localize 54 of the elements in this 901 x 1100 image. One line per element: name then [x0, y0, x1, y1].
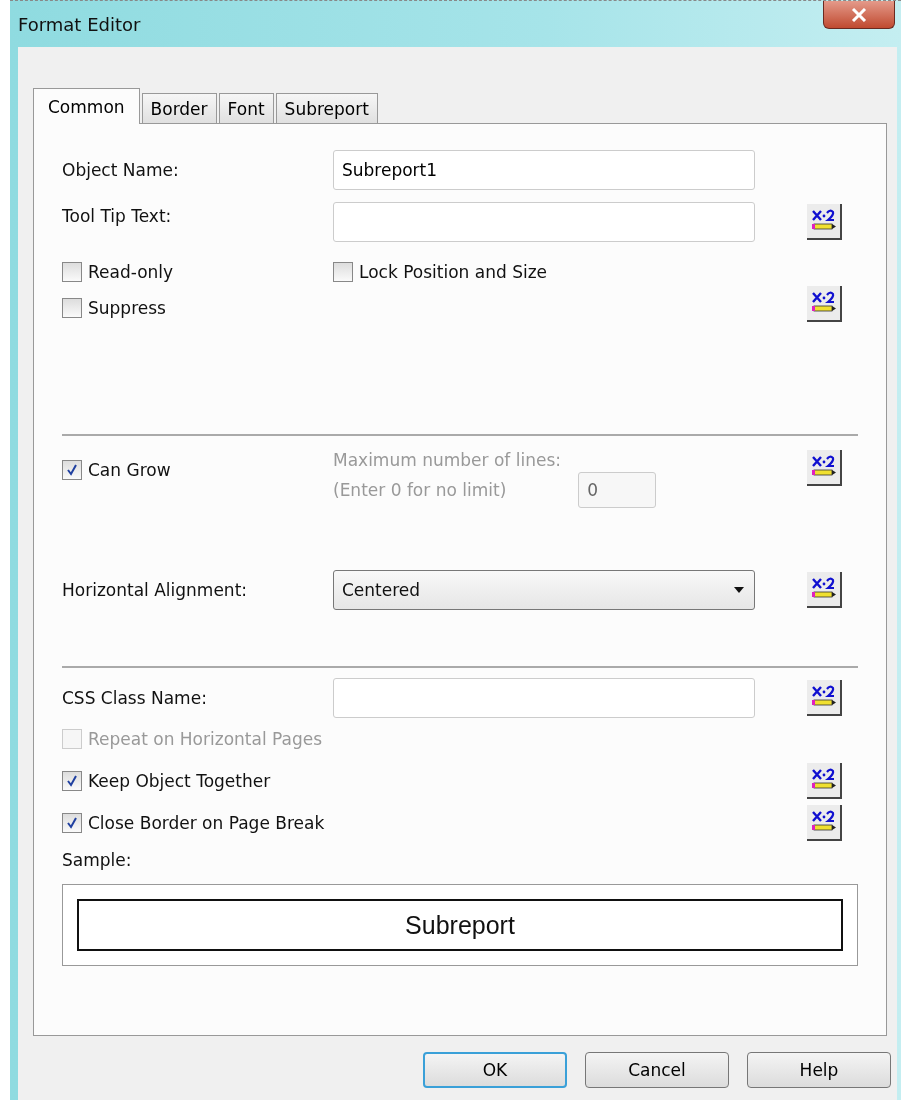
window-title: Format Editor — [18, 13, 141, 35]
max-lines-label: Maximum number of lines: — [333, 450, 562, 470]
sample-text: Subreport — [77, 899, 843, 951]
formula-icon — [809, 209, 838, 233]
checkbox-label: Suppress — [88, 298, 166, 318]
checkbox-box[interactable] — [62, 460, 82, 480]
dialog-button[interactable]: Cancel — [585, 1052, 729, 1088]
checkbox[interactable]: Suppress — [62, 298, 755, 318]
tab[interactable]: Border — [141, 93, 217, 123]
checkbox[interactable]: Can Grow — [62, 460, 333, 480]
field-label: Tool Tip Text: — [62, 206, 173, 226]
close-icon — [851, 7, 867, 22]
tab[interactable]: Common — [33, 88, 140, 124]
checkbox[interactable]: Keep Object Together — [62, 771, 755, 791]
checkbox-label: Can Grow — [88, 460, 171, 480]
formula-button[interactable] — [807, 680, 842, 716]
formula-button[interactable] — [807, 805, 842, 841]
alignment-dropdown[interactable]: Centered — [333, 570, 755, 610]
checkbox-label: Close Border on Page Break — [88, 813, 325, 833]
checkbox-label: Read-only — [88, 262, 174, 282]
checkbox-box[interactable] — [333, 262, 353, 282]
checkbox-box[interactable] — [62, 298, 82, 318]
field-label: Horizontal Alignment: — [62, 580, 249, 600]
object-name-field[interactable]: Subreport1 — [333, 150, 755, 190]
formula-icon — [809, 685, 838, 709]
tooltip-text-field[interactable] — [333, 202, 755, 242]
formula-icon — [809, 810, 838, 834]
dropdown-caret-icon — [734, 587, 744, 593]
max-lines-hint: (Enter 0 for no limit) — [333, 480, 507, 500]
formula-icon — [809, 291, 838, 315]
formula-button[interactable] — [807, 286, 842, 322]
checkbox[interactable]: Read-only — [62, 262, 333, 282]
css-class-field[interactable] — [333, 678, 755, 718]
checkbox-box[interactable] — [62, 813, 82, 833]
close-button[interactable] — [823, 1, 895, 29]
checkbox-label: Keep Object Together — [88, 771, 271, 791]
checkbox-label: Repeat on Horizontal Pages — [88, 729, 323, 749]
field-label: Object Name: — [62, 160, 180, 180]
checkbox[interactable]: Close Border on Page Break — [62, 813, 755, 833]
checkbox-box[interactable] — [62, 771, 82, 791]
tab[interactable]: Subreport — [275, 93, 378, 123]
formula-icon — [809, 455, 838, 479]
checkbox-box[interactable] — [62, 262, 82, 282]
formula-button[interactable] — [807, 572, 842, 608]
formula-button[interactable] — [807, 204, 842, 240]
field-label: CSS Class Name: — [62, 688, 208, 708]
tab[interactable]: Font — [218, 93, 274, 123]
formula-icon — [809, 768, 838, 792]
formula-button[interactable] — [807, 450, 842, 486]
dialog-button[interactable]: Help — [747, 1052, 891, 1088]
dialog-button[interactable]: OK — [423, 1052, 567, 1088]
formula-icon — [809, 577, 838, 601]
sample-label: Sample: — [62, 850, 133, 870]
formula-button[interactable] — [807, 763, 842, 799]
